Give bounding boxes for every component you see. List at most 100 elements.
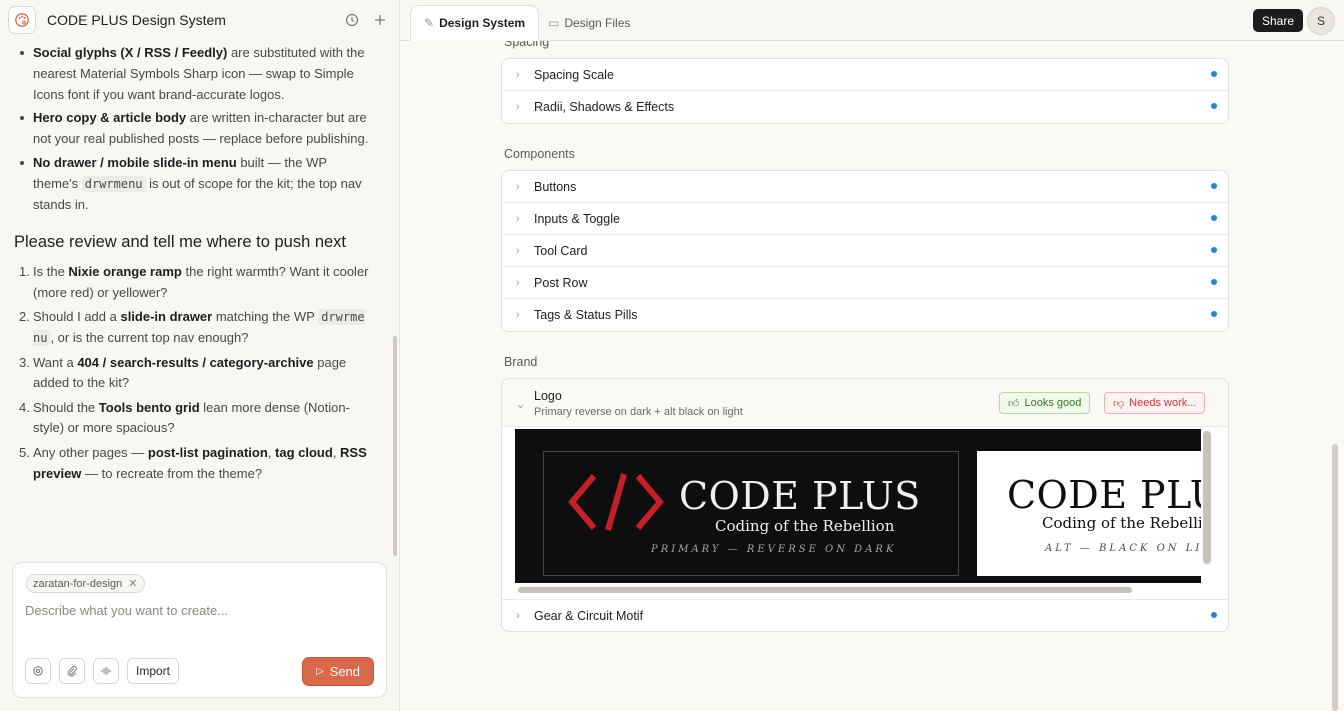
chevron-right-icon: › — [516, 213, 520, 225]
tab-label: Design Files — [564, 16, 631, 30]
status-dot — [1211, 612, 1217, 618]
context-chip-label: zaratan-for-design — [33, 577, 123, 590]
row-label: Tool Card — [534, 243, 588, 258]
list-item: Social glyphs (X / RSS / Feedly) are sub… — [20, 43, 372, 105]
primary-caption: PRIMARY — REVERSE ON DARK — [651, 544, 897, 555]
alt-logo-card: CODE PLUS Coding of the Rebellion ALT — … — [977, 451, 1201, 576]
accordion-row[interactable]: › Gear & Circuit Motif — [502, 599, 1228, 631]
notes-list: Social glyphs (X / RSS / Feedly) are sub… — [0, 43, 392, 215]
accordion-row[interactable]: › Tool Card — [502, 235, 1228, 267]
preview-vertical-scrollbar[interactable] — [1203, 431, 1211, 564]
spacing-group: › Spacing Scale › Radii, Shadows & Effects — [501, 58, 1229, 124]
chevron-down-icon: ⌄ — [516, 399, 526, 411]
needs-work-button[interactable]: 👎︎ Needs work... — [1104, 392, 1206, 414]
history-icon[interactable] — [341, 9, 363, 31]
row-label: Buttons — [534, 179, 577, 194]
accordion-row[interactable]: › Post Row — [502, 267, 1228, 299]
row-label: Tags & Status Pills — [534, 308, 638, 322]
status-dot — [1211, 71, 1217, 77]
folder-icon: ▭ — [548, 16, 560, 30]
section-label-components: Components — [504, 147, 575, 161]
accordion-row[interactable]: › Inputs & Toggle — [502, 203, 1228, 235]
design-system-content: Spacing › Spacing Scale › Radii, Shadows &… — [400, 41, 1344, 711]
prompt-input[interactable] — [25, 603, 375, 618]
composer: zaratan-for-design ✕ Import ▷ Send — [12, 562, 387, 698]
needs-work-label: Needs work... — [1129, 397, 1197, 409]
list-item: 1. Is the Nixie orange ramp the right war… — [19, 264, 369, 301]
chevron-right-icon: › — [516, 245, 520, 257]
row-label: Gear & Circuit Motif — [534, 608, 644, 623]
send-label: Send — [329, 664, 361, 679]
chat-scrollbar[interactable] — [393, 336, 397, 556]
tab-design-system[interactable]: ✎ Design System — [410, 5, 540, 41]
pen-icon: ✎ — [424, 16, 435, 30]
list-item: 5. Any other pages — post-list pagination… — [19, 444, 367, 481]
looks-good-label: Looks good — [1024, 397, 1082, 409]
chat-panel: CODE PLUS Design System Social glyphs (X… — [0, 0, 400, 711]
accordion-row[interactable]: › Spacing Scale — [502, 59, 1228, 91]
primary-tagline: Coding of the Rebellion — [715, 517, 895, 535]
status-dot — [1211, 103, 1217, 109]
chevron-right-icon: › — [516, 181, 520, 193]
thumbs-up-icon: 👍︎ — [1008, 397, 1020, 410]
tab-design-files[interactable]: ▭ Design Files — [535, 5, 643, 41]
row-label: Radii, Shadows & Effects — [534, 100, 675, 114]
alt-caption: ALT — BLACK ON LIGHT — [1045, 543, 1201, 554]
row-label: Spacing Scale — [534, 67, 614, 82]
chevron-right-icon: › — [516, 309, 520, 321]
questions-list: 1. Is the Nixie orange ramp the right war… — [0, 262, 392, 484]
chat-messages: Social glyphs (X / RSS / Feedly) are sub… — [0, 40, 392, 556]
list-item: 2. Should I add a slide-in drawer matchin… — [19, 309, 365, 347]
section-label-brand: Brand — [504, 355, 538, 369]
avatar[interactable]: S — [1307, 7, 1335, 35]
content-scrollbar[interactable] — [1332, 444, 1338, 711]
list-item: No drawer / mobile slide-in menu built —… — [20, 153, 372, 215]
context-chip[interactable]: zaratan-for-design ✕ — [26, 574, 145, 593]
looks-good-button[interactable]: 👍︎ Looks good — [999, 392, 1091, 414]
list-item: Hero copy & article body are written in-… — [20, 108, 372, 150]
logo-accordion-row[interactable]: ⌄ Logo Primary reverse on dark + alt bla… — [502, 379, 1228, 427]
settings-icon[interactable] — [25, 658, 51, 684]
logo-title: Logo — [534, 389, 562, 403]
status-dot — [1211, 311, 1217, 317]
list-item: 4. Should the Tools bento grid lean more … — [19, 399, 350, 436]
close-icon[interactable]: ✕ — [128, 577, 137, 590]
accordion-row[interactable]: › Buttons — [502, 171, 1228, 203]
review-heading: Please review and tell me where to push … — [14, 233, 347, 252]
logo-subtitle: Primary reverse on dark + alt black on l… — [534, 406, 743, 418]
alt-tagline: Coding of the Rebellion — [1042, 514, 1201, 532]
row-label: Inputs & Toggle — [534, 211, 620, 226]
send-button[interactable]: ▷ Send — [302, 657, 374, 686]
list-item: 3. Want a 404 / search-results / category… — [19, 354, 347, 391]
accordion-row[interactable]: › Radii, Shadows & Effects — [502, 91, 1228, 123]
paperclip-icon[interactable] — [59, 658, 85, 684]
primary-wordmark: CODE PLUS — [679, 474, 921, 518]
status-dot — [1211, 279, 1217, 285]
tab-label: Design System — [439, 16, 526, 30]
row-label: Post Row — [534, 275, 588, 290]
chevron-right-icon: › — [516, 610, 520, 622]
send-icon: ▷ — [315, 666, 324, 677]
import-button[interactable]: Import — [127, 658, 180, 684]
components-group: › Buttons › Inputs & Toggle › Tool Card › Po… — [501, 170, 1229, 332]
waveform-icon[interactable] — [93, 658, 119, 684]
chevron-right-icon: › — [516, 277, 520, 289]
design-panel: ✎ Design System ▭ Design Files Share S S… — [400, 0, 1344, 711]
alt-wordmark: CODE PLUS — [1007, 473, 1201, 517]
palette-icon[interactable] — [8, 6, 36, 34]
section-label-spacing: Spacing — [504, 41, 550, 49]
chat-header: CODE PLUS Design System — [0, 0, 399, 40]
chevron-right-icon: › — [516, 69, 520, 81]
app-title: CODE PLUS Design System — [47, 12, 226, 28]
code-brackets-icon — [568, 473, 664, 531]
primary-logo-card: CODE PLUS Coding of the Rebellion PRIMAR… — [543, 451, 959, 576]
brand-group: ⌄ Logo Primary reverse on dark + alt bla… — [501, 378, 1229, 632]
accordion-row[interactable]: › Tags & Status Pills — [502, 299, 1228, 331]
status-dot — [1211, 215, 1217, 221]
thumbs-down-icon: 👎︎ — [1113, 397, 1125, 410]
tab-bar: ✎ Design System ▭ Design Files Share S — [400, 0, 1344, 41]
new-chat-plus-icon[interactable] — [369, 9, 391, 31]
preview-horizontal-scrollbar[interactable] — [518, 587, 1132, 593]
share-button[interactable]: Share — [1253, 9, 1304, 32]
status-dot — [1211, 247, 1217, 253]
